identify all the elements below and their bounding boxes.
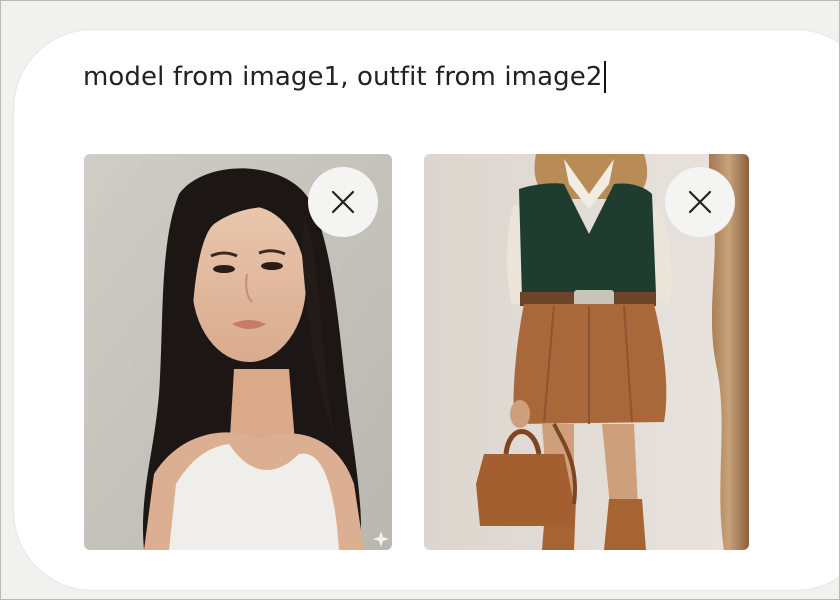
close-icon [331, 190, 355, 214]
close-icon [688, 190, 712, 214]
app-frame: model from image1, outfit from image2 [0, 0, 840, 600]
remove-attachment-1-button[interactable] [308, 167, 378, 237]
remove-attachment-2-button[interactable] [665, 167, 735, 237]
prompt-text: model from image1, outfit from image2 [83, 62, 603, 92]
prompt-input[interactable]: model from image1, outfit from image2 [83, 57, 607, 97]
text-caret [604, 61, 607, 93]
